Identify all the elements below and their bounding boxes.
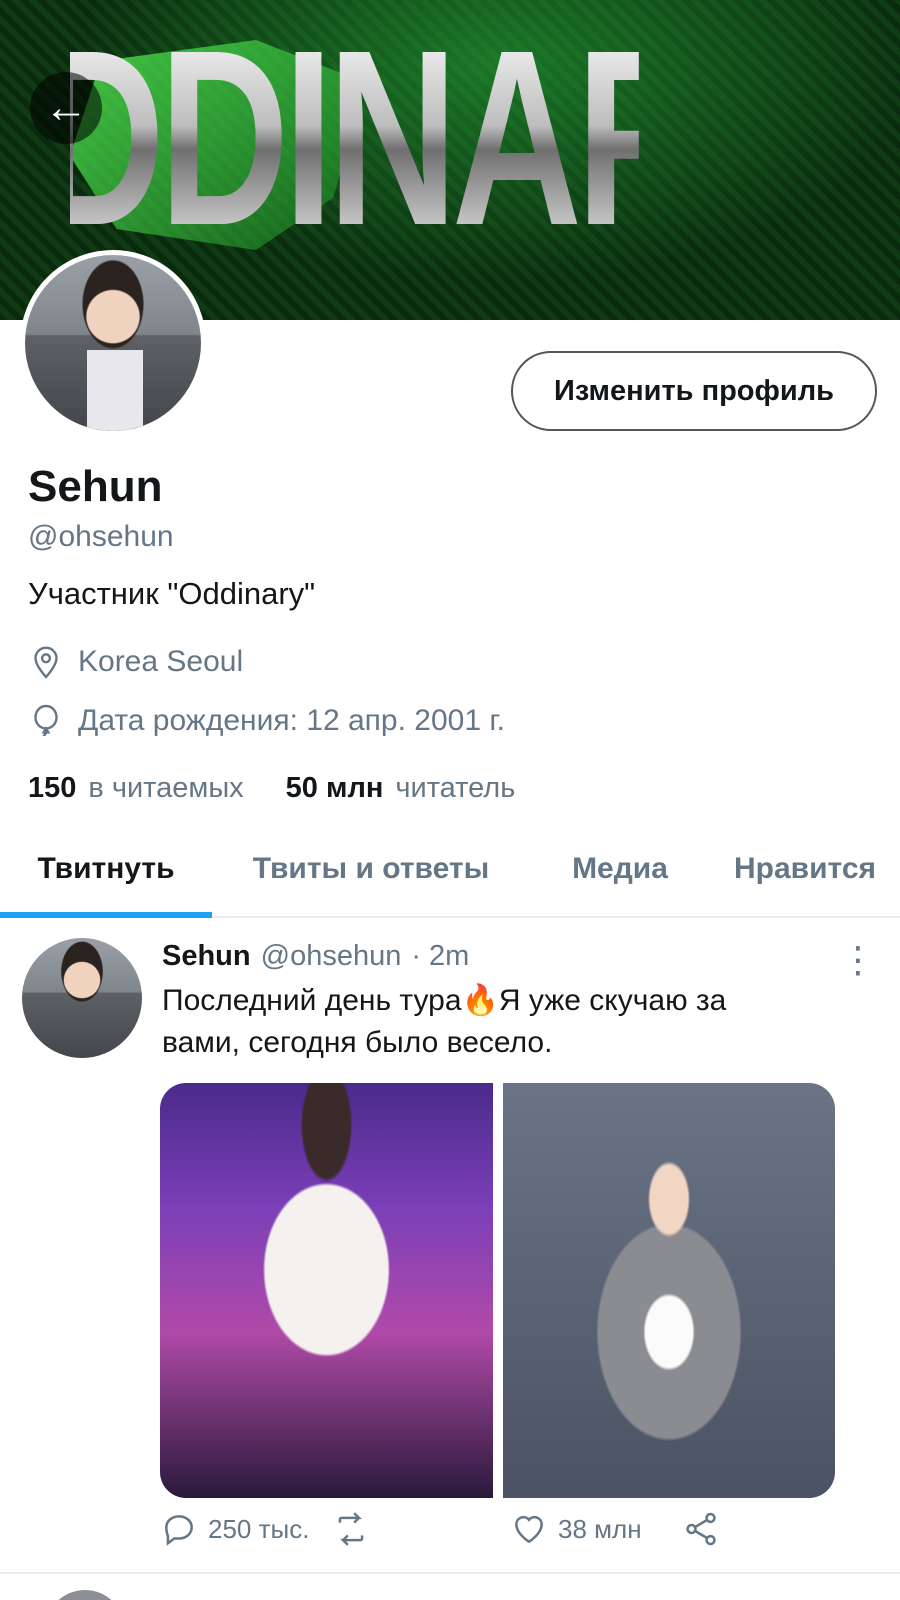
followers-count[interactable]: 50 млн [286, 772, 384, 805]
retweet-button[interactable] [332, 1510, 380, 1548]
like-count: 38 млн [558, 1513, 642, 1544]
following-label[interactable]: в читаемых [88, 772, 243, 805]
share-icon [686, 1512, 716, 1546]
balloon-icon [34, 704, 58, 737]
more-options-icon[interactable]: ⋮ [840, 942, 876, 978]
location-text: Korea Seoul [78, 645, 244, 678]
tweet-photo-1[interactable] [160, 1083, 493, 1498]
next-tweet-avatar[interactable] [45, 1590, 125, 1600]
tweet-author-name[interactable]: Sehun [162, 940, 251, 973]
tweet-author-handle[interactable]: @ohsehun [261, 940, 402, 973]
share-button[interactable] [682, 1510, 720, 1548]
like-button[interactable]: 38 млн [510, 1510, 642, 1548]
tweet-header: Sehun @ohsehun · 2m [162, 940, 469, 973]
active-tab-indicator [0, 912, 212, 918]
tab-tweets[interactable]: Твитнуть [0, 820, 212, 918]
tweet-time: · 2m [411, 940, 470, 972]
tab-media[interactable]: Медиа [530, 820, 710, 918]
profile-avatar[interactable] [20, 250, 206, 436]
profile-name: Sehun [28, 462, 163, 511]
profile-handle: @ohsehun [28, 520, 174, 553]
profile-birthday: Дата рождения: 12 апр. 2001 г. [28, 703, 505, 739]
tweet-photo-2[interactable] [502, 1083, 835, 1498]
profile-bio: Участник "Oddinary" [28, 576, 316, 611]
banner-word: ODDINARY [0, 0, 814, 277]
followers-label[interactable]: читатель [395, 772, 515, 805]
tweet-avatar[interactable] [22, 938, 142, 1058]
follow-stats: 150 в читаемых 50 млн читатель [28, 772, 515, 805]
retweet-icon [338, 1512, 364, 1546]
following-count[interactable]: 150 [28, 772, 76, 805]
profile-location: Korea Seoul [28, 644, 243, 680]
back-button[interactable]: ← [30, 72, 102, 144]
reply-icon [165, 1515, 193, 1546]
tab-tweets-replies[interactable]: Твиты и ответы [212, 820, 530, 918]
tab-likes[interactable]: Нравится [710, 820, 900, 918]
tweet-media [160, 1083, 835, 1498]
location-pin-icon [34, 646, 58, 679]
tweet-divider [0, 1572, 900, 1574]
reply-button[interactable]: 250 тыс. [160, 1510, 309, 1548]
tweet-text: Последний день тура🔥Я уже скучаю за вами… [162, 984, 727, 1059]
profile-tabs: Твитнуть Твиты и ответы Медиа Нравится [0, 820, 900, 918]
edit-profile-button[interactable]: Изменить профиль [511, 351, 877, 431]
avatar-shirt [87, 350, 143, 431]
birthday-text: Дата рождения: 12 апр. 2001 г. [78, 704, 505, 737]
heart-icon [515, 1515, 543, 1544]
arrow-left-icon: ← [44, 83, 88, 132]
reply-count: 250 тыс. [208, 1513, 310, 1544]
tweet-actions: 250 тыс. 38 млн [160, 1510, 760, 1560]
